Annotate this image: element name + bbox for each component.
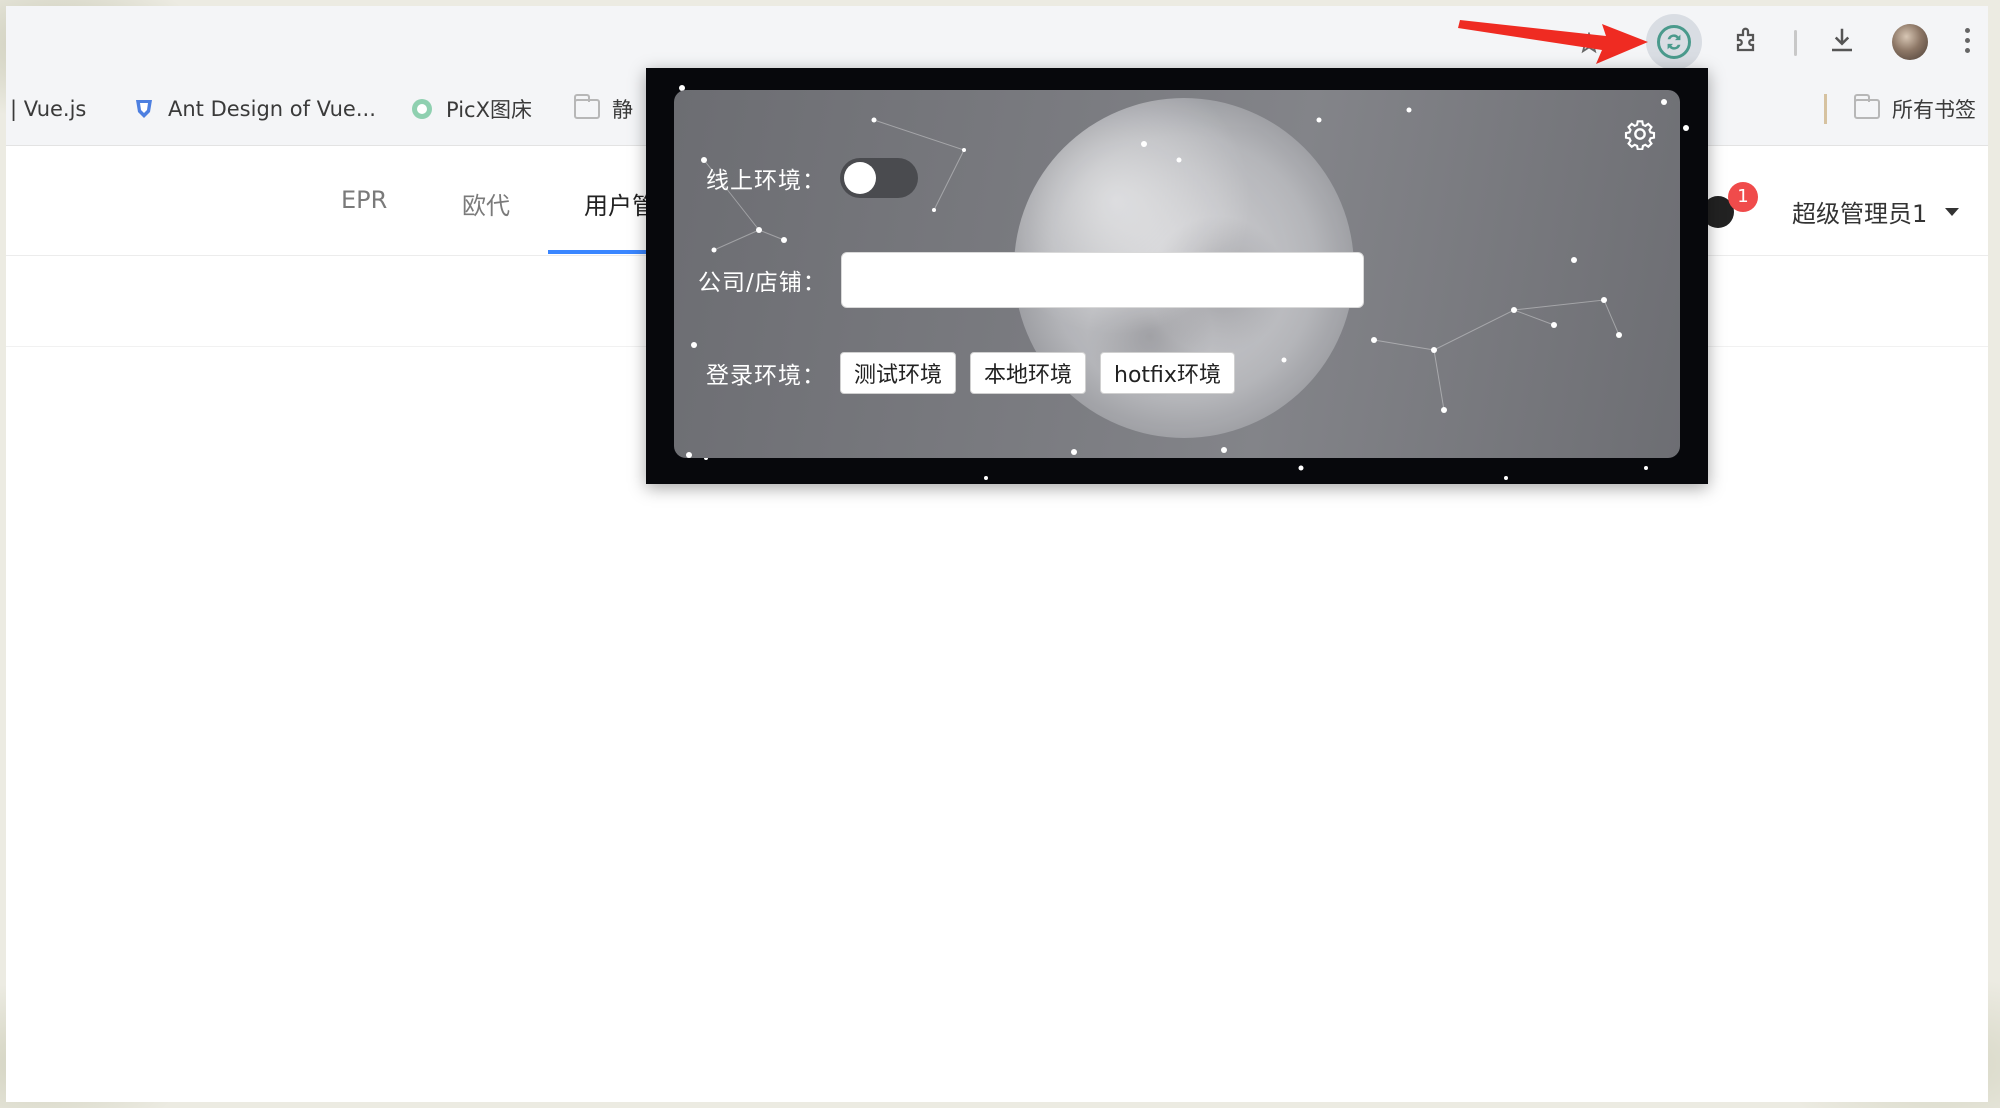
bookmarks-divider (1824, 94, 1827, 124)
bookmark-label: 静 (612, 98, 633, 122)
popup-panel: 线上环境： 公司/店铺： 登录环境： 测试环境 本地环境 hotfix环境 (674, 90, 1680, 458)
profile-avatar[interactable] (1892, 24, 1928, 60)
extension-logo-icon (1657, 25, 1691, 59)
picx-logo-icon (410, 97, 434, 121)
login-env-label: 登录环境： (706, 363, 826, 389)
notification-badge: 1 (1728, 182, 1758, 212)
tab-epr[interactable]: EPR (341, 186, 387, 214)
online-env-label: 线上环境： (706, 168, 826, 194)
toolbar-divider (1794, 30, 1797, 56)
gear-icon[interactable] (1624, 118, 1656, 151)
browser-window: | Vue.js Ant Design of Vue... PicX图床 静 所… (6, 6, 1988, 1102)
company-label: 公司/店铺： (698, 270, 827, 296)
extension-popup: 线上环境： 公司/店铺： 登录环境： 测试环境 本地环境 hotfix环境 (646, 68, 1708, 484)
ant-design-logo-icon (132, 97, 156, 121)
online-env-toggle[interactable] (840, 158, 918, 198)
tab-eu-rep[interactable]: 欧代 (462, 186, 510, 221)
folder-icon (1854, 94, 1880, 119)
all-bookmarks-folder[interactable]: 所有书签 (1854, 94, 1976, 124)
puzzle-extensions-icon[interactable] (1732, 24, 1764, 56)
active-tab-indicator (548, 250, 658, 254)
bookmark-label: PicX图床 (446, 98, 532, 122)
user-menu[interactable]: 超级管理员1 (1792, 194, 1960, 229)
bookmark-label: Ant Design of Vue... (168, 97, 376, 121)
more-menu-icon[interactable] (1963, 28, 1971, 56)
hotfix-env-button[interactable]: hotfix环境 (1100, 352, 1235, 394)
login-env-row: 登录环境： 测试环境 本地环境 hotfix环境 (698, 352, 1235, 394)
folder-icon (574, 94, 600, 119)
test-env-button[interactable]: 测试环境 (840, 352, 957, 394)
bookmark-folder[interactable]: 静 (574, 94, 633, 124)
online-env-row: 线上环境： (698, 158, 918, 198)
download-icon[interactable] (1826, 24, 1858, 56)
bookmark-label: | Vue.js (10, 97, 87, 121)
extension-sync-icon[interactable] (1646, 14, 1702, 70)
bookmark-vuejs[interactable]: | Vue.js (10, 94, 86, 124)
bookmark-ant-design-vue[interactable]: Ant Design of Vue... (132, 94, 376, 124)
all-bookmarks-label: 所有书签 (1892, 98, 1976, 122)
annotation-arrow-icon (1458, 20, 1648, 64)
chevron-down-icon (1945, 207, 1960, 216)
user-name: 超级管理员1 (1792, 200, 1928, 228)
company-input[interactable] (840, 252, 1364, 308)
toggle-knob (844, 162, 876, 194)
local-env-button[interactable]: 本地环境 (970, 352, 1087, 394)
bookmark-picx[interactable]: PicX图床 (410, 94, 532, 124)
browser-toolbar (6, 6, 1988, 72)
company-row: 公司/店铺： (698, 252, 1364, 308)
